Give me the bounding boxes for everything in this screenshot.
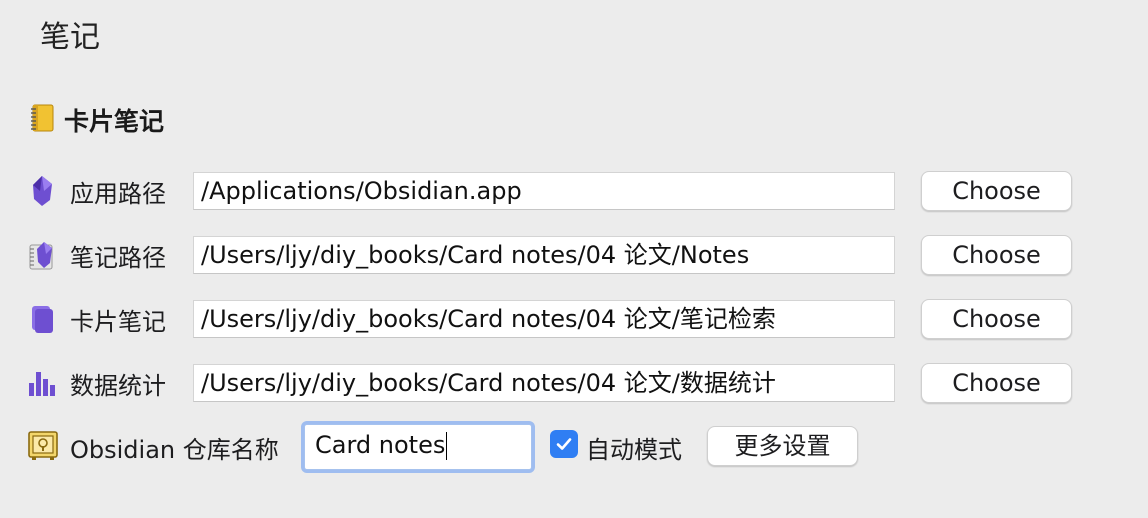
section-header: 卡片笔记 xyxy=(28,102,164,138)
card-stack-icon xyxy=(28,303,56,335)
choose-card-notes-path-button[interactable]: Choose xyxy=(921,299,1072,339)
text-caret xyxy=(446,432,448,460)
vault-row: Obsidian 仓库名称 Card notes 自动模式 更多设置 xyxy=(28,424,1128,470)
auto-mode-checkbox[interactable] xyxy=(550,430,578,458)
safe-icon xyxy=(28,430,58,466)
row-label: 卡片笔记 xyxy=(70,307,166,336)
app-path-row: 应用路径 /Applications/Obsidian.app Choose xyxy=(28,170,1076,212)
vault-name-label: Obsidian 仓库名称 xyxy=(70,436,279,464)
page-title: 笔记 xyxy=(40,20,100,55)
statistics-row: 数据统计 /Users/ljy/diy_books/Card notes/04 … xyxy=(28,362,1076,404)
card-notes-row: 卡片笔记 /Users/ljy/diy_books/Card notes/04 … xyxy=(28,298,1076,340)
statistics-path-field[interactable]: /Users/ljy/diy_books/Card notes/04 论文/数据… xyxy=(193,364,895,402)
row-label: 应用路径 xyxy=(70,179,166,208)
choose-statistics-path-button[interactable]: Choose xyxy=(921,363,1072,403)
row-label: 笔记路径 xyxy=(70,243,166,272)
card-notes-path-field[interactable]: /Users/ljy/diy_books/Card notes/04 论文/笔记… xyxy=(193,300,895,338)
auto-mode-label: 自动模式 xyxy=(586,436,682,464)
bar-chart-icon xyxy=(28,367,56,399)
more-settings-button[interactable]: 更多设置 xyxy=(707,426,858,466)
choose-notes-path-button[interactable]: Choose xyxy=(921,235,1072,275)
checkmark-icon xyxy=(556,438,572,450)
notes-folder-icon xyxy=(28,239,56,271)
notebook-icon xyxy=(28,103,56,137)
row-label: 数据统计 xyxy=(70,371,166,400)
app-path-field[interactable]: /Applications/Obsidian.app xyxy=(193,172,895,210)
section-title: 卡片笔记 xyxy=(64,107,165,136)
notes-path-row: 笔记路径 /Users/ljy/diy_books/Card notes/04 … xyxy=(28,234,1076,276)
obsidian-app-icon xyxy=(28,175,56,207)
choose-app-path-button[interactable]: Choose xyxy=(921,171,1072,211)
vault-name-value: Card notes xyxy=(315,431,446,459)
vault-name-input[interactable]: Card notes xyxy=(304,424,532,470)
notes-path-field[interactable]: /Users/ljy/diy_books/Card notes/04 论文/No… xyxy=(193,236,895,274)
